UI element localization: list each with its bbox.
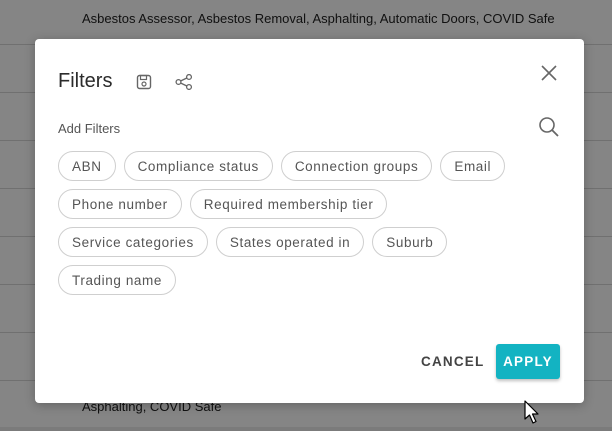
chip-connection-groups[interactable]: Connection groups [280, 151, 433, 181]
share-icon[interactable] [173, 71, 195, 93]
chip-trading-name[interactable]: Trading name [58, 265, 176, 295]
chip-suburb[interactable]: Suburb [372, 227, 448, 257]
save-icon[interactable] [133, 71, 155, 93]
chip-abn[interactable]: ABN [58, 151, 116, 181]
filter-chip-list: ABN Compliance status Connection groups … [58, 151, 563, 303]
filters-dialog: Filters Add Filters ABN Compliance statu… [35, 39, 584, 403]
close-icon[interactable] [538, 62, 560, 84]
apply-button[interactable]: APPLY [496, 344, 560, 379]
chip-compliance-status[interactable]: Compliance status [123, 151, 273, 181]
chip-required-membership-tier[interactable]: Required membership tier [189, 189, 388, 219]
chip-row: Trading name [58, 265, 563, 295]
chip-phone-number[interactable]: Phone number [58, 189, 182, 219]
search-icon[interactable] [538, 116, 560, 138]
mouse-cursor-icon [524, 400, 540, 431]
chip-row: Phone number Required membership tier [58, 189, 563, 219]
add-filters-label: Add Filters [58, 121, 121, 136]
cancel-button[interactable]: CANCEL [421, 354, 484, 369]
chip-states-operated-in[interactable]: States operated in [215, 227, 365, 257]
chip-row: ABN Compliance status Connection groups … [58, 151, 563, 181]
dialog-title: Filters [58, 70, 113, 92]
chip-row: Service categories States operated in Su… [58, 227, 563, 257]
chip-email[interactable]: Email [440, 151, 506, 181]
chip-service-categories[interactable]: Service categories [58, 227, 208, 257]
